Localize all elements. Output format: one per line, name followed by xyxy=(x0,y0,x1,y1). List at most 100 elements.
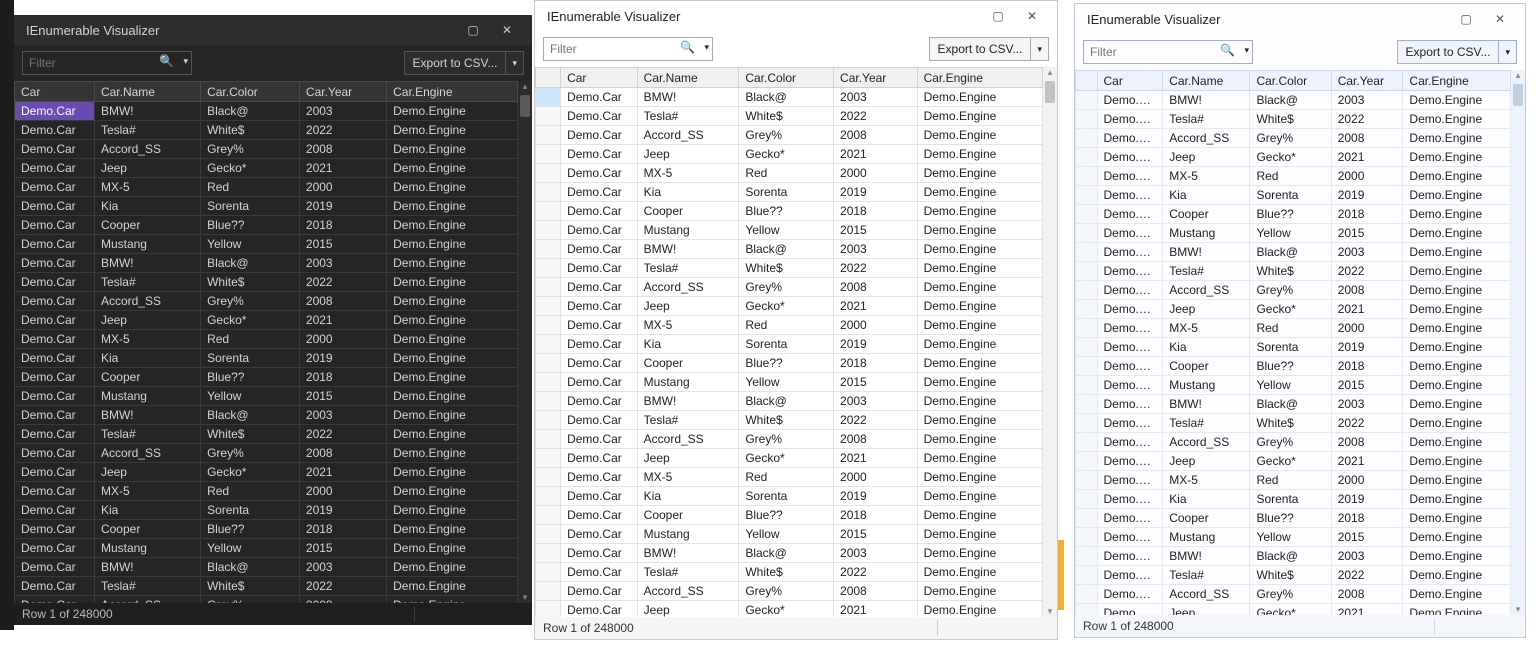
table-row[interactable]: Demo.CarAccord_SSGrey%2008Demo.Engine xyxy=(536,430,1043,449)
export-button[interactable]: Export to CSV... xyxy=(1397,40,1500,64)
table-row[interactable]: Demo.CarTesla#White$2022Demo.Engine xyxy=(1076,566,1511,585)
table-row[interactable]: Demo.CarAccord_SSGrey%2008Demo.Engine xyxy=(15,444,518,463)
table-row[interactable]: Demo.CarKiaSorenta2019Demo.Engine xyxy=(15,501,518,520)
filter-dropdown-icon[interactable]: ▾ xyxy=(704,42,709,53)
row-header-cell[interactable] xyxy=(1076,281,1098,300)
column-header[interactable]: Car xyxy=(1097,71,1163,91)
row-header-cell[interactable] xyxy=(1076,452,1098,471)
table-row[interactable]: Demo.CarMX-5Red2000Demo.Engine xyxy=(1076,167,1511,186)
export-dropdown[interactable]: ▾ xyxy=(506,51,524,75)
row-header-cell[interactable] xyxy=(1076,262,1098,281)
row-header-cell[interactable] xyxy=(536,297,561,316)
table-row[interactable]: Demo.CarMustangYellow2015Demo.Engine xyxy=(536,373,1043,392)
column-header[interactable]: Car.Year xyxy=(834,68,918,88)
table-row[interactable]: Demo.CarMX-5Red2000Demo.Engine xyxy=(15,178,518,197)
scroll-thumb[interactable] xyxy=(1513,84,1523,106)
table-row[interactable]: Demo.CarKiaSorenta2019Demo.Engine xyxy=(536,487,1043,506)
scroll-down-icon[interactable]: ▾ xyxy=(518,592,532,603)
table-row[interactable]: Demo.CarAccord_SSGrey%2008Demo.Engine xyxy=(1076,281,1511,300)
table-row[interactable]: Demo.CarAccord_SSGrey%2008Demo.Engine xyxy=(536,278,1043,297)
table-row[interactable]: Demo.CarCooperBlue??2018Demo.Engine xyxy=(15,368,518,387)
table-row[interactable]: Demo.CarBMW!Black@2003Demo.Engine xyxy=(1076,547,1511,566)
scroll-down-icon[interactable]: ▾ xyxy=(1043,606,1057,617)
table-row[interactable]: Demo.CarAccord_SSGrey%2008Demo.Engine xyxy=(1076,585,1511,604)
table-row[interactable]: Demo.CarTesla#White$2022Demo.Engine xyxy=(536,411,1043,430)
table-row[interactable]: Demo.CarCooperBlue??2018Demo.Engine xyxy=(536,506,1043,525)
table-row[interactable]: Demo.CarMustangYellow2015Demo.Engine xyxy=(15,235,518,254)
table-row[interactable]: Demo.CarMustangYellow2015Demo.Engine xyxy=(15,539,518,558)
column-header[interactable]: Car.Year xyxy=(1331,71,1403,91)
table-row[interactable]: Demo.CarTesla#White$2022Demo.Engine xyxy=(1076,262,1511,281)
row-header-cell[interactable] xyxy=(1076,186,1098,205)
table-row[interactable]: Demo.CarKiaSorenta2019Demo.Engine xyxy=(1076,490,1511,509)
close-button[interactable]: ✕ xyxy=(1483,4,1517,34)
row-header-cell[interactable] xyxy=(1076,414,1098,433)
close-button[interactable]: ✕ xyxy=(1015,1,1049,31)
table-row[interactable]: Demo.CarMX-5Red2000Demo.Engine xyxy=(536,468,1043,487)
table-row[interactable]: Demo.CarTesla#White$2022Demo.Engine xyxy=(536,107,1043,126)
row-header-cell[interactable] xyxy=(536,449,561,468)
column-header[interactable]: Car.Name xyxy=(1163,71,1250,91)
table-row[interactable]: Demo.CarKiaSorenta2019Demo.Engine xyxy=(15,349,518,368)
search-icon[interactable]: 🔍 xyxy=(680,40,695,54)
row-header-cell[interactable] xyxy=(536,107,561,126)
table-row[interactable]: Demo.CarCooperBlue??2018Demo.Engine xyxy=(536,202,1043,221)
row-header-cell[interactable] xyxy=(536,183,561,202)
table-row[interactable]: Demo.CarAccord_SSGrey%2008Demo.Engine xyxy=(1076,433,1511,452)
row-header-cell[interactable] xyxy=(536,126,561,145)
maximize-button[interactable]: ▢ xyxy=(456,15,490,45)
table-row[interactable]: Demo.CarMX-5Red2000Demo.Engine xyxy=(536,164,1043,183)
table-row[interactable]: Demo.CarMX-5Red2000Demo.Engine xyxy=(536,316,1043,335)
row-header-cell[interactable] xyxy=(1076,376,1098,395)
table-row[interactable]: Demo.CarMX-5Red2000Demo.Engine xyxy=(1076,319,1511,338)
row-header-cell[interactable] xyxy=(1076,566,1098,585)
scroll-up-icon[interactable]: ▴ xyxy=(1043,67,1057,78)
table-row[interactable]: Demo.CarCooperBlue??2018Demo.Engine xyxy=(15,216,518,235)
row-header-cell[interactable] xyxy=(536,316,561,335)
row-header-cell[interactable] xyxy=(536,582,561,601)
table-row[interactable]: Demo.CarBMW!Black@2003Demo.Engine xyxy=(15,102,518,121)
table-row[interactable]: Demo.CarTesla#White$2022Demo.Engine xyxy=(1076,110,1511,129)
table-row[interactable]: Demo.CarJeepGecko*2021Demo.Engine xyxy=(1076,300,1511,319)
search-icon[interactable]: 🔍 xyxy=(159,54,174,68)
row-header-cell[interactable] xyxy=(536,373,561,392)
column-header[interactable]: Car.Engine xyxy=(917,68,1042,88)
table-row[interactable]: Demo.CarTesla#White$2022Demo.Engine xyxy=(15,121,518,140)
table-row[interactable]: Demo.CarBMW!Black@2003Demo.Engine xyxy=(1076,91,1511,110)
table-row[interactable]: Demo.CarAccord_SSGrey%2008Demo.Engine xyxy=(536,126,1043,145)
table-row[interactable]: Demo.CarCooperBlue??2018Demo.Engine xyxy=(1076,205,1511,224)
table-row[interactable]: Demo.CarAccord_SSGrey%2008Demo.Engine xyxy=(15,596,518,604)
row-header-cell[interactable] xyxy=(536,392,561,411)
data-grid[interactable]: CarCar.NameCar.ColorCar.YearCar.EngineDe… xyxy=(14,81,518,603)
row-header-cell[interactable] xyxy=(1076,338,1098,357)
table-row[interactable]: Demo.CarBMW!Black@2003Demo.Engine xyxy=(536,544,1043,563)
table-row[interactable]: Demo.CarMustangYellow2015Demo.Engine xyxy=(1076,224,1511,243)
export-dropdown[interactable]: ▾ xyxy=(1031,37,1049,61)
column-header[interactable]: Car xyxy=(561,68,638,88)
table-row[interactable]: Demo.CarBMW!Black@2003Demo.Engine xyxy=(536,88,1043,107)
filter-dropdown-icon[interactable]: ▾ xyxy=(183,56,188,67)
row-header-cell[interactable] xyxy=(536,487,561,506)
table-row[interactable]: Demo.CarKiaSorenta2019Demo.Engine xyxy=(1076,186,1511,205)
table-row[interactable]: Demo.CarMustangYellow2015Demo.Engine xyxy=(1076,528,1511,547)
table-row[interactable]: Demo.CarMustangYellow2015Demo.Engine xyxy=(1076,376,1511,395)
row-header-cell[interactable] xyxy=(1076,604,1098,616)
table-row[interactable]: Demo.CarJeepGecko*2021Demo.Engine xyxy=(15,311,518,330)
table-row[interactable]: Demo.CarJeepGecko*2021Demo.Engine xyxy=(536,601,1043,618)
table-row[interactable]: Demo.CarBMW!Black@2003Demo.Engine xyxy=(536,240,1043,259)
table-row[interactable]: Demo.CarAccord_SSGrey%2008Demo.Engine xyxy=(15,140,518,159)
scroll-up-icon[interactable]: ▴ xyxy=(518,81,532,92)
row-header-cell[interactable] xyxy=(1076,129,1098,148)
row-header-cell[interactable] xyxy=(1076,91,1098,110)
row-header-cell[interactable] xyxy=(536,601,561,618)
row-header-cell[interactable] xyxy=(536,354,561,373)
column-header[interactable]: Car.Color xyxy=(201,82,300,102)
table-row[interactable]: Demo.CarJeepGecko*2021Demo.Engine xyxy=(536,297,1043,316)
row-header-cell[interactable] xyxy=(536,506,561,525)
row-header-cell[interactable] xyxy=(536,335,561,354)
row-header-cell[interactable] xyxy=(536,145,561,164)
column-header[interactable]: Car.Engine xyxy=(387,82,518,102)
table-row[interactable]: Demo.CarCooperBlue??2018Demo.Engine xyxy=(15,520,518,539)
maximize-button[interactable]: ▢ xyxy=(1449,4,1483,34)
table-row[interactable]: Demo.CarTesla#White$2022Demo.Engine xyxy=(1076,414,1511,433)
